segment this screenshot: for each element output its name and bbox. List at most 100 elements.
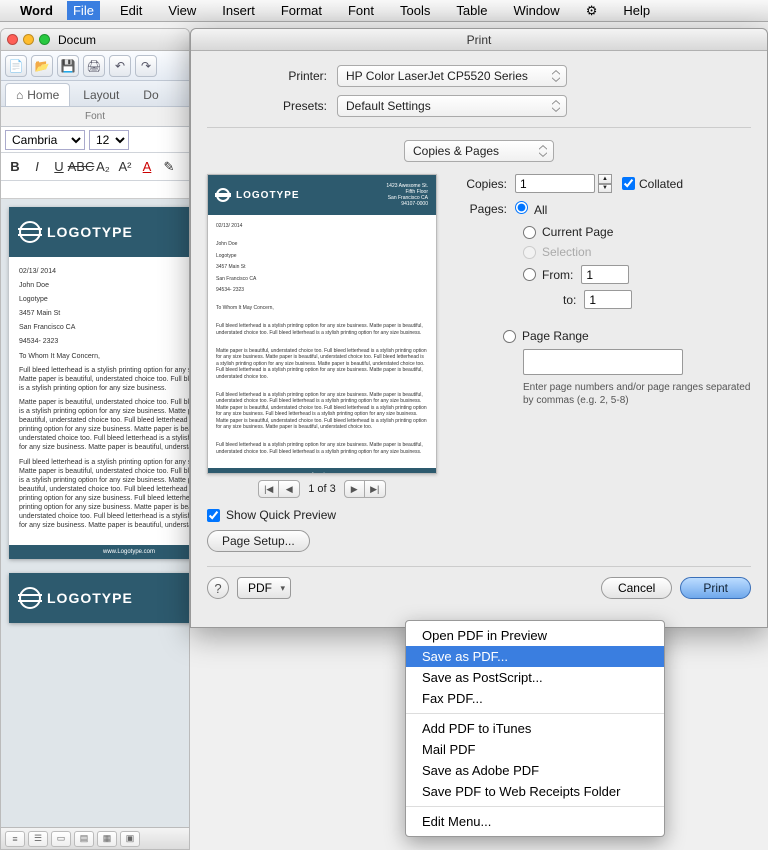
from-input[interactable]: [581, 265, 629, 284]
open-icon[interactable]: 📂: [31, 55, 53, 77]
tab-layout[interactable]: Layout: [72, 83, 130, 106]
pages-from-radio[interactable]: From:: [455, 265, 751, 284]
view-publishing-icon[interactable]: ▦: [97, 831, 117, 847]
menu-script[interactable]: ⚙: [580, 1, 604, 21]
page-setup-button[interactable]: Page Setup...: [207, 530, 310, 552]
pdf-menu-save-postscript[interactable]: Save as PostScript...: [406, 667, 664, 688]
pdf-menu-adobe[interactable]: Save as Adobe PDF: [406, 760, 664, 781]
help-button[interactable]: ?: [207, 577, 229, 599]
font-name-select[interactable]: Cambria: [5, 130, 85, 150]
page-range-radio[interactable]: Page Range: [455, 329, 751, 343]
menu-separator: [406, 713, 664, 714]
underline-icon[interactable]: U: [49, 157, 69, 177]
print-button[interactable]: Print: [680, 577, 751, 599]
pages-current-radio[interactable]: Current Page: [455, 225, 751, 239]
pdf-menu-fax[interactable]: Fax PDF...: [406, 688, 664, 709]
menu-tools[interactable]: Tools: [394, 1, 436, 20]
section-select[interactable]: Copies & Pages: [404, 140, 554, 162]
quick-preview-input[interactable]: [207, 509, 220, 522]
print-dialog: Print Printer: HP Color LaserJet CP5520 …: [190, 28, 768, 628]
window-titlebar: Docum: [1, 29, 189, 51]
menu-view[interactable]: View: [162, 1, 202, 20]
pages-all-radio[interactable]: All: [515, 201, 547, 217]
letter-to-3: San Francisco CA: [19, 323, 189, 332]
menu-format[interactable]: Format: [275, 1, 328, 20]
view-notebook-icon[interactable]: ▤: [74, 831, 94, 847]
copies-input[interactable]: [515, 174, 595, 193]
window-controls: [7, 34, 50, 45]
save-icon[interactable]: 💾: [57, 55, 79, 77]
letter-p3: Full bleed letterhead is a stylish print…: [19, 458, 189, 531]
redo-icon[interactable]: ↷: [135, 55, 157, 77]
page-body: 02/13/ 2014 John Doe Logotype 3457 Main …: [9, 257, 189, 545]
stepper-up-icon: ▲: [598, 174, 612, 184]
page-1: LOGOTYPE 02/13/ 2014 John Doe Logotype 3…: [9, 207, 189, 559]
letter-to-1: Logotype: [19, 295, 189, 304]
pdf-dropdown-menu: Open PDF in Preview Save as PDF... Save …: [405, 620, 665, 837]
superscript-icon[interactable]: A²: [115, 157, 135, 177]
zoom-icon[interactable]: [39, 34, 50, 45]
copies-stepper[interactable]: ▲▼: [598, 174, 612, 193]
menu-window[interactable]: Window: [507, 1, 565, 20]
pdf-menu-edit[interactable]: Edit Menu...: [406, 811, 664, 832]
system-menubar: Word File Edit View Insert Format Font T…: [0, 0, 768, 22]
italic-icon[interactable]: I: [27, 157, 47, 177]
prev-first-button[interactable]: |◀◀: [258, 480, 300, 498]
document-area[interactable]: LOGOTYPE 02/13/ 2014 John Doe Logotype 3…: [1, 199, 189, 850]
new-doc-icon[interactable]: 📄: [5, 55, 27, 77]
pdf-menu-mail[interactable]: Mail PDF: [406, 739, 664, 760]
cancel-button[interactable]: Cancel: [601, 577, 672, 599]
letter-p2: Matte paper is beautiful, understated ch…: [19, 398, 189, 453]
next-last-button[interactable]: ▶▶|: [344, 480, 386, 498]
minimize-icon[interactable]: [23, 34, 34, 45]
logo-mark-icon: [19, 587, 41, 609]
menu-insert[interactable]: Insert: [216, 1, 261, 20]
font-size-select[interactable]: 12: [89, 130, 129, 150]
printer-select[interactable]: HP Color LaserJet CP5520 Series: [337, 65, 567, 87]
presets-select[interactable]: Default Settings: [337, 95, 567, 117]
menu-help[interactable]: Help: [617, 1, 656, 20]
to-label: to:: [563, 293, 576, 307]
ruler[interactable]: [1, 181, 189, 199]
home-icon: ⌂: [16, 88, 23, 102]
page-range-input[interactable]: [523, 349, 683, 375]
letter-p1: Full bleed letterhead is a stylish print…: [19, 366, 189, 393]
preview-nav: |◀◀ 1 of 3 ▶▶|: [207, 480, 437, 498]
menu-edit[interactable]: Edit: [114, 1, 148, 20]
font-controls: Cambria 12: [1, 127, 189, 153]
pdf-dropdown-button[interactable]: PDF: [237, 577, 291, 599]
subscript-icon[interactable]: A₂: [93, 157, 113, 177]
view-print-icon[interactable]: ▭: [51, 831, 71, 847]
strike-icon[interactable]: ABC: [71, 157, 91, 177]
collated-checkbox[interactable]: Collated: [622, 177, 683, 191]
letter-date: 02/13/ 2014: [19, 267, 189, 276]
view-draft-icon[interactable]: ≡: [5, 831, 25, 847]
menu-table[interactable]: Table: [450, 1, 493, 20]
highlight-icon[interactable]: ✎: [159, 157, 179, 177]
tab-home[interactable]: ⌂Home: [5, 83, 70, 106]
view-outline-icon[interactable]: ☰: [28, 831, 48, 847]
letter-greeting: To Whom It May Concern,: [19, 352, 189, 361]
pdf-menu-save-as-pdf[interactable]: Save as PDF...: [406, 646, 664, 667]
pdf-menu-open-preview[interactable]: Open PDF in Preview: [406, 625, 664, 646]
close-icon[interactable]: [7, 34, 18, 45]
view-focus-icon[interactable]: ▣: [120, 831, 140, 847]
undo-icon[interactable]: ↶: [109, 55, 131, 77]
font-color-icon[interactable]: A: [137, 157, 157, 177]
print-icon[interactable]: 🖨: [83, 55, 105, 77]
word-window: Docum 📄 📂 💾 🖨 ↶ ↷ ⌂Home Layout Do Font C…: [0, 28, 190, 850]
menu-file[interactable]: File: [67, 1, 100, 20]
logo: LOGOTYPE: [19, 587, 133, 609]
pdf-menu-itunes[interactable]: Add PDF to iTunes: [406, 718, 664, 739]
app-name[interactable]: Word: [20, 3, 53, 18]
bold-icon[interactable]: B: [5, 157, 25, 177]
help-icon: ?: [214, 581, 221, 596]
pdf-menu-web-receipts[interactable]: Save PDF to Web Receipts Folder: [406, 781, 664, 802]
letterhead-header-2: LOGOTYPE: [9, 573, 189, 623]
preview-column: LOGOTYPE 1423 Awesome St.Fifth FloorSan …: [207, 174, 437, 552]
stepper-down-icon: ▼: [598, 184, 612, 194]
tab-document[interactable]: Do: [132, 83, 169, 106]
to-input[interactable]: [584, 290, 632, 309]
quick-preview-checkbox[interactable]: Show Quick Preview: [207, 508, 437, 522]
menu-font[interactable]: Font: [342, 1, 380, 20]
